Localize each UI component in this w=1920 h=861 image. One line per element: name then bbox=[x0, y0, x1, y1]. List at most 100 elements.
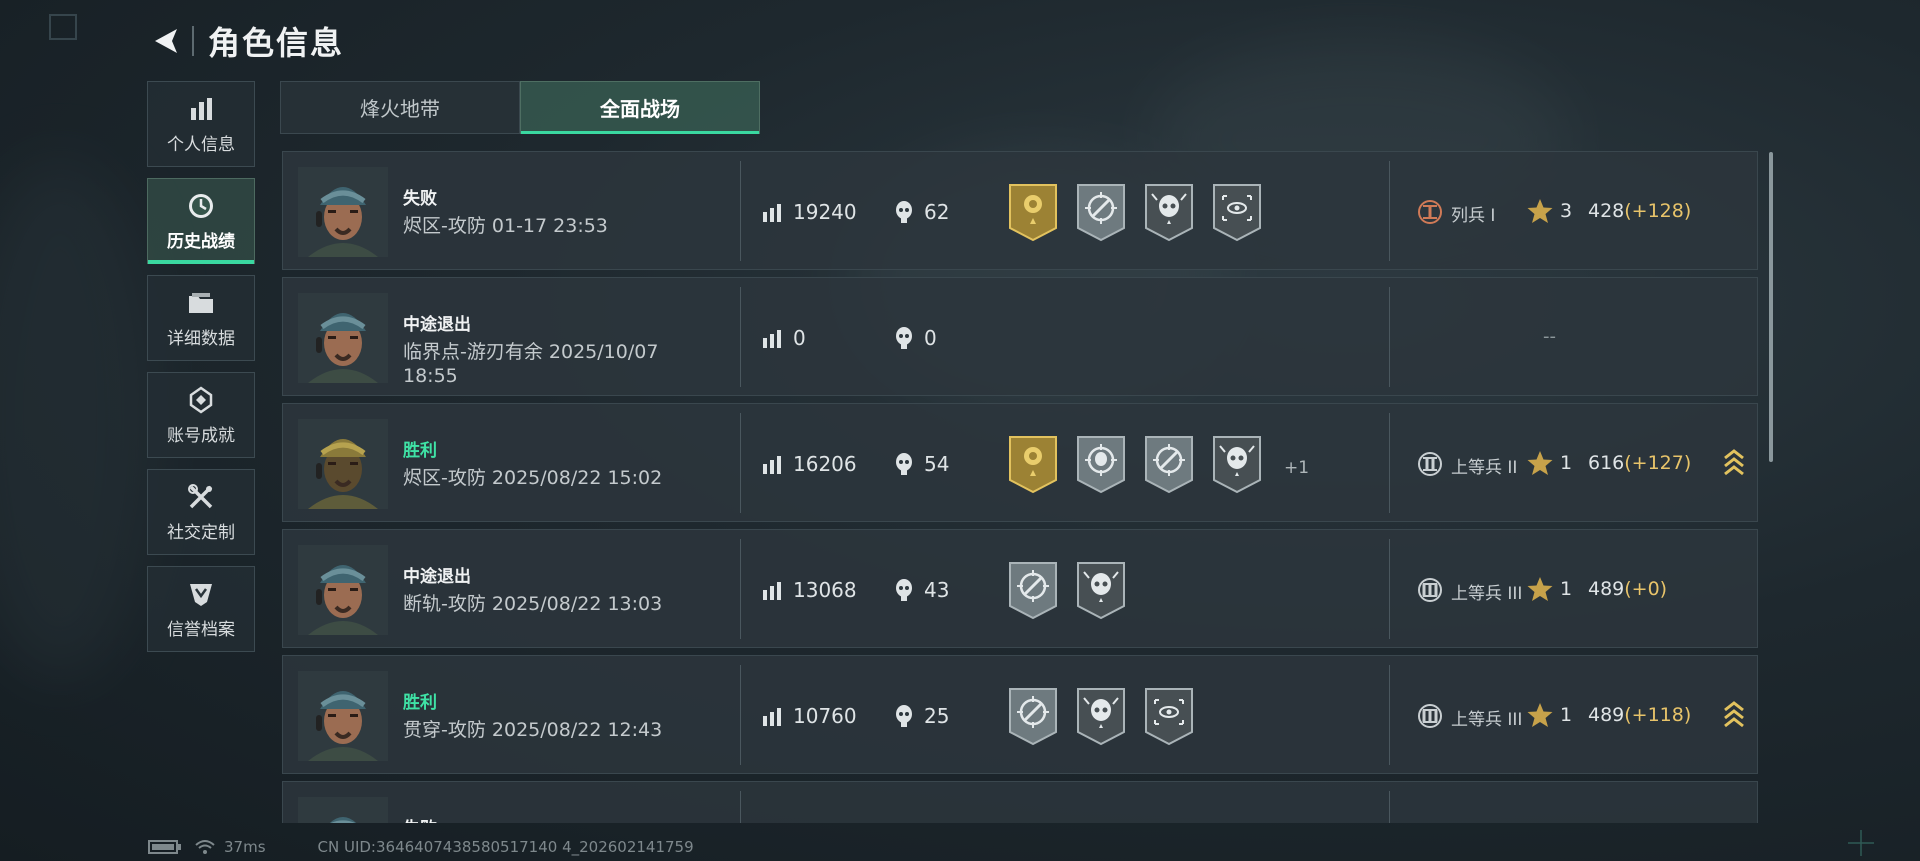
avatar bbox=[298, 419, 388, 509]
sidebar-item-social-custom[interactable]: 社交定制 bbox=[147, 469, 255, 555]
gold-medal-icon[interactable] bbox=[1006, 434, 1060, 494]
skull-medal-icon[interactable] bbox=[1074, 686, 1128, 746]
sidebar-item-label: 信誉档案 bbox=[167, 619, 235, 640]
achievement-icon bbox=[186, 385, 216, 415]
skull-icon bbox=[893, 578, 915, 606]
score-value: 0 bbox=[793, 326, 806, 350]
star-icon bbox=[1526, 449, 1554, 481]
rank-III-icon bbox=[1417, 703, 1443, 733]
score-value: 13068 bbox=[793, 578, 857, 602]
back-arrow-icon bbox=[155, 29, 177, 53]
kills-value: 0 bbox=[924, 326, 937, 350]
status-bar: 37ms CN UID:3646407438580517140 4_202602… bbox=[148, 838, 694, 856]
score-value: 16206 bbox=[793, 452, 857, 476]
kills-value: 43 bbox=[924, 578, 950, 602]
promotion-chevron-icon bbox=[1723, 448, 1745, 482]
score-icon bbox=[762, 707, 782, 731]
rank-points: 616(+127) bbox=[1588, 452, 1692, 474]
match-map-time: 烬区-攻防 01-17 23:53 bbox=[403, 215, 608, 237]
kills-value: 25 bbox=[924, 704, 950, 728]
sidebar-item-label: 详细数据 bbox=[167, 328, 235, 349]
match-result: 胜利 bbox=[403, 441, 437, 461]
rank-label: 上等兵 III bbox=[1451, 584, 1523, 604]
points-delta: (+118) bbox=[1624, 704, 1692, 726]
avatar bbox=[298, 545, 388, 635]
points-delta: (+127) bbox=[1624, 452, 1692, 474]
skull-medal-icon[interactable] bbox=[1210, 434, 1264, 494]
avatar bbox=[298, 167, 388, 257]
sidebar-item-label: 社交定制 bbox=[167, 522, 235, 543]
rank-points: 428(+128) bbox=[1588, 200, 1692, 222]
mode-tabs: 烽火地带 全面战场 bbox=[280, 81, 760, 134]
back-button[interactable] bbox=[148, 23, 184, 59]
star-count: 1 bbox=[1560, 452, 1573, 474]
crosshair-medal-icon[interactable] bbox=[1074, 182, 1128, 242]
promotion-chevron-icon bbox=[1723, 700, 1745, 734]
match-row[interactable]: 中途退出断轨-攻防 2025/08/22 13:03 13068 43 上等兵 III… bbox=[282, 529, 1758, 648]
sidebar-item-label: 个人信息 bbox=[167, 134, 235, 155]
skull-icon bbox=[893, 326, 915, 354]
eye-medal-icon[interactable] bbox=[1142, 686, 1196, 746]
skull-target-medal-icon[interactable] bbox=[1074, 434, 1128, 494]
kills-value: 54 bbox=[924, 452, 950, 476]
match-map-time: 烬区-攻防 2025/08/22 15:02 bbox=[403, 467, 663, 489]
match-result: 中途退出 bbox=[403, 567, 471, 587]
crosshair-medal-icon[interactable] bbox=[1142, 434, 1196, 494]
match-row[interactable]: 胜利 贯穿-攻防 2025/08/22 12:43 10760 25 上等兵 III 1 4… bbox=[282, 655, 1758, 774]
rank-II-icon bbox=[1417, 451, 1443, 481]
tab-full-battlefield[interactable]: 全面战场 bbox=[520, 81, 760, 134]
page-title: 角色信息 bbox=[208, 24, 345, 62]
crosshair-medal-icon[interactable] bbox=[1006, 560, 1060, 620]
skull-icon bbox=[893, 200, 915, 228]
shield-icon bbox=[186, 579, 216, 609]
match-row[interactable]: 胜利烬区-攻防 2025/08/22 15:02 16206 54 +1 上等兵 II 1… bbox=[282, 403, 1758, 522]
sidebar-item-match-history[interactable]: 历史战绩 bbox=[147, 178, 255, 264]
crosshair-icon bbox=[1848, 830, 1874, 856]
star-count: 1 bbox=[1560, 704, 1573, 726]
match-map-time: 贯穿-攻防 2025/08/22 12:43 bbox=[403, 719, 663, 741]
wrench-icon bbox=[186, 482, 216, 512]
skull-medal-icon[interactable] bbox=[1142, 182, 1196, 242]
score-icon bbox=[762, 581, 782, 605]
star-count: 1 bbox=[1560, 578, 1573, 600]
battery-icon bbox=[148, 840, 181, 854]
uid-text: CN UID:3646407438580517140 4_20260214175… bbox=[317, 838, 694, 856]
extra-badges-count[interactable]: +1 bbox=[1284, 458, 1309, 478]
bar-chart-icon bbox=[186, 94, 216, 124]
rank-I-icon bbox=[1417, 199, 1443, 229]
score-icon bbox=[762, 329, 782, 353]
sidebar-item-detailed-data[interactable]: 详细数据 bbox=[147, 275, 255, 361]
sidebar-item-reputation[interactable]: 信誉档案 bbox=[147, 566, 255, 652]
skull-icon bbox=[893, 704, 915, 732]
crosshair-medal-icon[interactable] bbox=[1006, 686, 1060, 746]
rank-label: 上等兵 III bbox=[1451, 710, 1523, 730]
list-scrollbar[interactable] bbox=[1769, 152, 1773, 462]
tab-hazard-zone[interactable]: 烽火地带 bbox=[280, 81, 520, 134]
star-count: 3 bbox=[1560, 200, 1573, 222]
wifi-icon bbox=[195, 840, 215, 854]
star-icon bbox=[1526, 701, 1554, 733]
sidebar-item-achievements[interactable]: 账号成就 bbox=[147, 372, 255, 458]
avatar bbox=[298, 671, 388, 761]
match-row[interactable]: 失败 烬区-攻防 01-17 23:53 19240 62 列兵 I 3 428(+128) bbox=[282, 151, 1758, 270]
gold-medal-icon[interactable] bbox=[1006, 182, 1060, 242]
match-row[interactable]: 失败 bbox=[282, 781, 1758, 823]
rank-label: 上等兵 II bbox=[1451, 458, 1518, 478]
match-row[interactable]: 中途退出 临界点-游刃有余 2025/10/07 18:55 0 0 -- bbox=[282, 277, 1758, 396]
avatar bbox=[298, 797, 388, 823]
eye-medal-icon[interactable] bbox=[1210, 182, 1264, 242]
match-result: 中途退出 bbox=[403, 315, 471, 335]
star-icon bbox=[1526, 197, 1554, 229]
points-delta: (+128) bbox=[1624, 200, 1692, 222]
avatar bbox=[298, 293, 388, 383]
match-result: 胜利 bbox=[403, 693, 437, 713]
kills-value: 62 bbox=[924, 200, 950, 224]
sidebar-item-label: 账号成就 bbox=[167, 425, 235, 446]
skull-medal-icon[interactable] bbox=[1074, 560, 1128, 620]
sidebar-item-personal-info[interactable]: 个人信息 bbox=[147, 81, 255, 167]
ping-text: 37ms bbox=[224, 838, 266, 856]
match-map-time: 断轨-攻防 2025/08/22 13:03 bbox=[403, 593, 663, 615]
match-map-time: 临界点-游刃有余 2025/10/07 18:55 bbox=[403, 341, 659, 387]
skull-icon bbox=[893, 452, 915, 480]
score-value: 19240 bbox=[793, 200, 857, 224]
